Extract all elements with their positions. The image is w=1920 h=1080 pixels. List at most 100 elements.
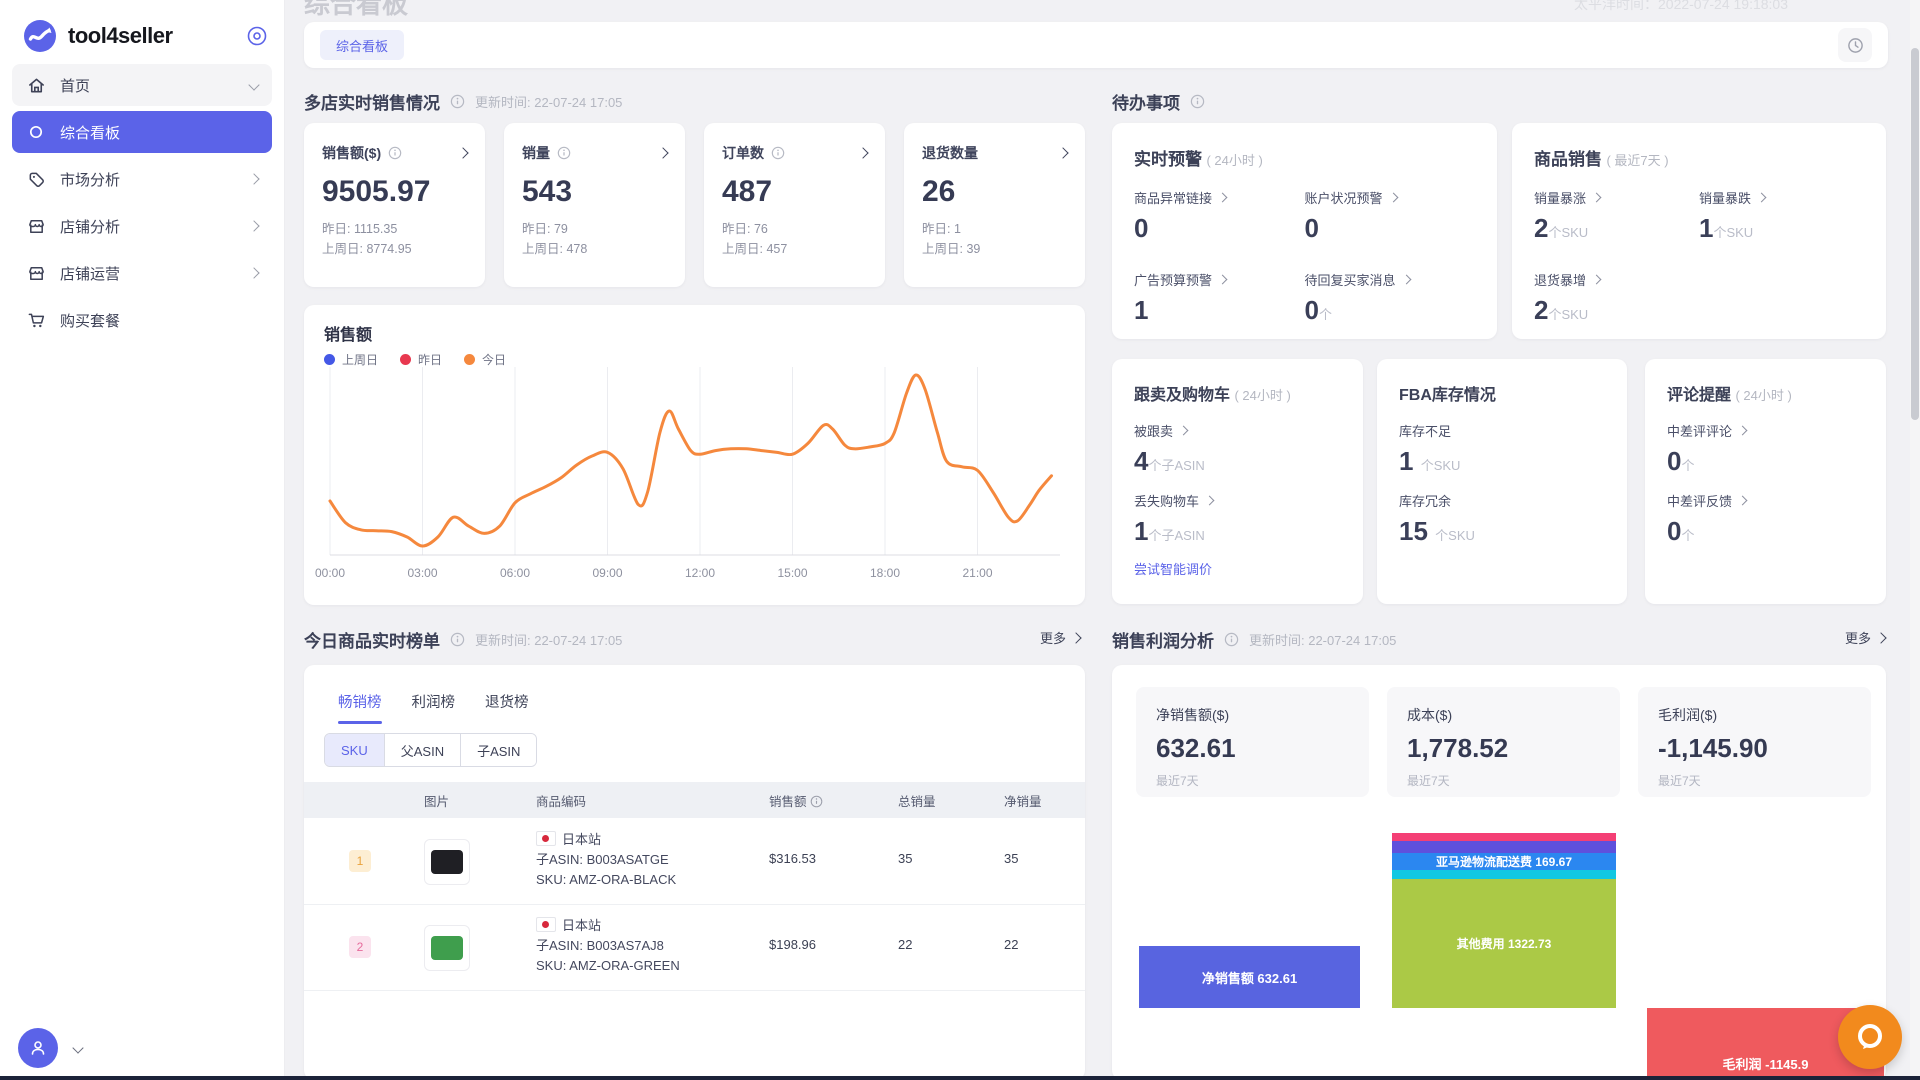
profit-more-link[interactable]: 更多 bbox=[1845, 628, 1885, 647]
smart-repricing-link[interactable]: 尝试智能调价 bbox=[1134, 559, 1341, 578]
sales-stat-cards: 销售额($) 9505.97 昨日: 1115.35上周日: 8774.95 销… bbox=[304, 123, 1085, 287]
alert-item-ad-budget: 广告预算预警 1 bbox=[1134, 270, 1305, 326]
tab-returns[interactable]: 退货榜 bbox=[485, 691, 529, 724]
alert-link[interactable]: 中差评反馈 bbox=[1667, 491, 1864, 510]
section-title: 多店实时销售情况 bbox=[304, 89, 440, 114]
updated-time: 更新时间: 22-07-24 17:05 bbox=[1249, 630, 1396, 649]
chart-title: 销售额 bbox=[324, 321, 372, 345]
realtime-alerts-card: 实时预警 ( 24小时 ) 商品异常链接 0 账户状况预警 0 广告预算预警 1… bbox=[1112, 123, 1497, 339]
sidebar: tool4seller 首页 综合看板 市场分析 bbox=[0, 0, 285, 1080]
hijacked-item: 被跟卖 4个子ASIN bbox=[1134, 421, 1341, 477]
legend-yesterday[interactable]: 昨日 bbox=[400, 351, 442, 368]
legend-today[interactable]: 今日 bbox=[464, 351, 506, 368]
waterfall-segment bbox=[1392, 841, 1616, 853]
waterfall-bar: 净销售额 632.61 bbox=[1139, 946, 1360, 1008]
tab-dashboard[interactable]: 综合看板 bbox=[320, 30, 404, 60]
alert-link[interactable]: 销量暴涨 bbox=[1534, 188, 1699, 207]
review-alert-card: 评论提醒 ( 24小时 ) 中差评评论 0个 中差评反馈 0个 bbox=[1645, 359, 1886, 604]
ranking-tabs: 畅销榜 利润榜 退货榜 bbox=[338, 691, 529, 724]
pacific-time-label: 太平洋时间：2022-07-24 19:18:03 bbox=[1574, 0, 1788, 14]
info-icon[interactable] bbox=[810, 795, 823, 808]
waterfall-segment: 其他费用 1322.73 bbox=[1392, 879, 1616, 1008]
sidebar-item-label: 综合看板 bbox=[60, 122, 258, 143]
chevron-right-icon[interactable] bbox=[857, 147, 868, 158]
alert-link[interactable]: 广告预算预警 bbox=[1134, 270, 1305, 289]
sidebar-item-home[interactable]: 首页 bbox=[12, 64, 272, 106]
sidebar-item-store-analysis[interactable]: 店铺分析 bbox=[12, 205, 272, 247]
seg-sku[interactable]: SKU bbox=[325, 734, 384, 766]
chevron-right-icon[interactable] bbox=[657, 147, 668, 158]
svg-text:21:00: 21:00 bbox=[962, 566, 992, 580]
chevron-down-icon bbox=[72, 1042, 83, 1053]
ranking-heading: 今日商品实时榜单 更新时间: 22-07-24 17:05 bbox=[304, 626, 622, 652]
profit-heading: 销售利润分析 更新时间: 22-07-24 17:05 bbox=[1112, 626, 1396, 652]
stat-last-week: 上周日: 478 bbox=[522, 242, 587, 256]
card-period: ( 最近7天 ) bbox=[1606, 153, 1668, 168]
cart-icon bbox=[26, 310, 46, 330]
info-icon[interactable] bbox=[1190, 94, 1205, 109]
legend-last-sunday[interactable]: 上周日 bbox=[324, 351, 378, 368]
alert-link[interactable]: 退货暴增 bbox=[1534, 270, 1699, 289]
info-icon[interactable] bbox=[1224, 632, 1239, 647]
alert-link[interactable]: 账户状况预警 bbox=[1305, 188, 1476, 207]
tab-profit[interactable]: 利润榜 bbox=[412, 691, 456, 724]
sidebar-item-dashboard[interactable]: 综合看板 bbox=[12, 111, 272, 153]
dot-circle-icon bbox=[26, 122, 46, 142]
sidebar-item-market-analysis[interactable]: 市场分析 bbox=[12, 158, 272, 200]
info-icon[interactable] bbox=[450, 632, 465, 647]
info-icon[interactable] bbox=[771, 146, 786, 161]
sidebar-nav: 首页 综合看板 市场分析 店铺分析 店铺运营 bbox=[12, 64, 272, 346]
legend-dot bbox=[464, 354, 475, 365]
asin-line: 子ASIN: B003AS7AJ8 bbox=[536, 936, 680, 956]
alert-link[interactable]: 中差评评论 bbox=[1667, 421, 1864, 440]
tab-best-sellers[interactable]: 畅销榜 bbox=[338, 691, 382, 724]
sales-surge-item: 销量暴涨 2个SKU bbox=[1534, 188, 1699, 244]
scrollbar-thumb[interactable] bbox=[1911, 48, 1919, 420]
section-title: 待办事项 bbox=[1112, 89, 1180, 114]
card-title: 评论提醒 bbox=[1667, 387, 1731, 404]
workspace-tabbar: 综合看板 bbox=[304, 22, 1888, 68]
alert-link[interactable]: 销量暴跌 bbox=[1699, 188, 1864, 207]
info-icon[interactable] bbox=[557, 146, 572, 161]
stat-label: 订单数 bbox=[722, 143, 764, 163]
alert-item-buyer-messages: 待回复买家消息 0个 bbox=[1305, 270, 1476, 326]
info-icon[interactable] bbox=[450, 94, 465, 109]
info-icon[interactable] bbox=[388, 146, 403, 161]
sales-drop-item: 销量暴跌 1个SKU bbox=[1699, 188, 1864, 244]
card-period: ( 24小时 ) bbox=[1735, 388, 1791, 403]
table-row[interactable]: 1 日本站 子ASIN: B003ASATGE SKU: AMZ-ORA-BLA… bbox=[304, 818, 1085, 905]
updated-time: 更新时间: 22-07-24 17:05 bbox=[475, 630, 622, 649]
avatar[interactable] bbox=[18, 1028, 58, 1068]
chevron-right-icon[interactable] bbox=[457, 147, 468, 158]
stat-last-week: 上周日: 39 bbox=[922, 242, 980, 256]
ranking-more-link[interactable]: 更多 bbox=[1040, 628, 1080, 647]
window-bottom-edge bbox=[0, 1076, 1920, 1080]
alert-link[interactable]: 待回复买家消息 bbox=[1305, 270, 1476, 289]
table-row[interactable]: 2 日本站 子ASIN: B003AS7AJ8 SKU: AMZ-ORA-GRE… bbox=[304, 904, 1085, 991]
stat-label: 销售额($) bbox=[322, 143, 381, 163]
seg-child-asin[interactable]: 子ASIN bbox=[460, 734, 536, 766]
alert-link[interactable]: 商品异常链接 bbox=[1134, 188, 1305, 207]
history-clock-button[interactable] bbox=[1838, 28, 1872, 62]
user-menu[interactable] bbox=[18, 1028, 82, 1068]
table-header: 图片 商品编码 销售额 总销量 净销量 bbox=[304, 782, 1085, 818]
product-cell: 日本站 子ASIN: B003AS7AJ8 SKU: AMZ-ORA-GREEN bbox=[536, 916, 680, 976]
sidebar-collapse-icon[interactable] bbox=[246, 25, 268, 47]
alert-value: 0 bbox=[1134, 213, 1148, 243]
alert-link[interactable]: 被跟卖 bbox=[1134, 421, 1341, 440]
bad-feedback-item: 中差评反馈 0个 bbox=[1667, 491, 1864, 547]
stat-last-week: 上周日: 457 bbox=[722, 242, 787, 256]
col-image: 图片 bbox=[424, 791, 449, 810]
sidebar-item-buy-plan[interactable]: 购买套餐 bbox=[12, 299, 272, 341]
lost-buybox-item: 丢失购物车 1个子ASIN bbox=[1134, 491, 1341, 547]
section-title: 销售利润分析 bbox=[1112, 627, 1214, 652]
hijack-cart-card: 跟卖及购物车 ( 24小时 ) 被跟卖 4个子ASIN 丢失购物车 1个子ASI… bbox=[1112, 359, 1363, 604]
seg-parent-asin[interactable]: 父ASIN bbox=[384, 734, 460, 766]
marketplace: 日本站 bbox=[562, 832, 601, 847]
store-icon bbox=[26, 263, 46, 283]
sidebar-item-store-operation[interactable]: 店铺运营 bbox=[12, 252, 272, 294]
col-product-code: 商品编码 bbox=[536, 791, 586, 810]
alert-link[interactable]: 丢失购物车 bbox=[1134, 491, 1341, 510]
chevron-right-icon[interactable] bbox=[1057, 147, 1068, 158]
live-chat-button[interactable] bbox=[1838, 1005, 1902, 1069]
